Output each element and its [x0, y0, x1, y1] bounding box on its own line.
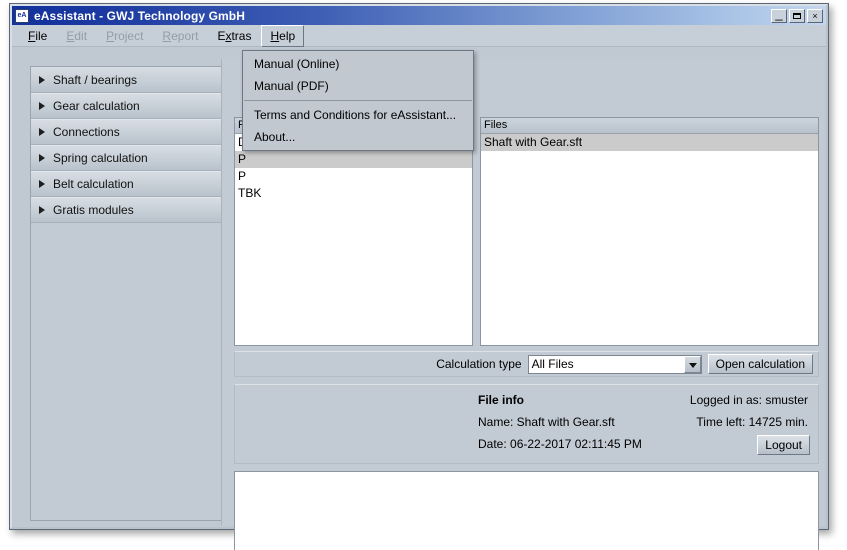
file-info-title: File info: [478, 393, 524, 407]
project-list-item[interactable]: P: [235, 151, 472, 168]
sidebar-item-label: Belt calculation: [53, 177, 134, 191]
help-menu-item-0[interactable]: Manual (Online): [243, 53, 473, 75]
sidebar-item-label: Gear calculation: [53, 99, 140, 113]
sidebar-list: Shaft / bearings Gear calculation Connecti…: [31, 67, 226, 223]
files-list: Shaft with Gear.sft: [481, 134, 818, 151]
menu-file[interactable]: File: [19, 25, 56, 47]
file-info-panel: File info Name: Shaft with Gear.sft Date…: [234, 384, 819, 464]
menu-extras[interactable]: Extras: [208, 25, 260, 47]
app-root: eA eAssistant - GWJ Technology GmbH _ × …: [0, 0, 847, 550]
file-list-item[interactable]: Shaft with Gear.sft: [481, 134, 818, 151]
calculation-type-bar: Calculation type All Files Open calculat…: [234, 351, 819, 377]
help-dropdown-menu: Manual (Online) Manual (PDF) Terms and Con…: [242, 50, 474, 151]
window-controls: _ ×: [771, 5, 823, 23]
files-panel: Files Shaft with Gear.sft: [480, 117, 819, 346]
output-panel[interactable]: [234, 471, 819, 550]
maximize-icon: [790, 10, 804, 22]
calculation-type-label: Calculation type: [436, 357, 522, 371]
sidebar-item-spring-calculation[interactable]: Spring calculation: [31, 145, 226, 171]
sidebar-item-label: Connections: [53, 125, 120, 139]
chevron-right-icon: [39, 128, 45, 136]
close-icon: ×: [812, 10, 818, 21]
calculation-type-value: All Files: [531, 357, 574, 371]
sidebar-item-gear-calculation[interactable]: Gear calculation: [31, 93, 226, 119]
time-left: Time left: 14725 min.: [696, 415, 808, 429]
file-info-date: Date: 06-22-2017 02:11:45 PM: [478, 437, 642, 451]
help-menu-item-3[interactable]: About...: [243, 126, 473, 148]
module-sidebar: Shaft / bearings Gear calculation Connecti…: [30, 66, 227, 521]
logged-in-user: Logged in as: smuster: [689, 393, 808, 407]
help-menu-item-1[interactable]: Manual (PDF): [243, 75, 473, 97]
menu-edit: Edit: [66, 28, 88, 43]
window-title: eAssistant - GWJ Technology GmbH: [34, 8, 246, 23]
menu-bar: File Edit Project Report Extras Help: [12, 24, 826, 47]
file-info-name: Name: Shaft with Gear.sft: [478, 415, 615, 429]
chevron-right-icon: [39, 154, 45, 162]
projects-panel: P DPPTBK: [234, 117, 473, 346]
menu-help[interactable]: Help: [261, 24, 305, 47]
minimize-icon: _: [775, 5, 783, 21]
sidebar-item-connections[interactable]: Connections: [31, 119, 226, 145]
open-calculation-button[interactable]: Open calculation: [707, 354, 813, 374]
application-window: eA eAssistant - GWJ Technology GmbH _ × …: [9, 3, 829, 550]
chevron-down-icon[interactable]: [683, 355, 701, 373]
project-list-item[interactable]: TBK: [235, 185, 472, 202]
sidebar-item-label: Spring calculation: [53, 151, 148, 165]
sidebar-item-label: Gratis modules: [53, 203, 134, 217]
sidebar-item-shaft-bearings[interactable]: Shaft / bearings: [31, 67, 226, 93]
chevron-right-icon: [39, 102, 45, 110]
menu-project: Project: [106, 28, 144, 43]
chevron-right-icon: [39, 206, 45, 214]
help-menu-item-2[interactable]: Terms and Conditions for eAssistant...: [243, 104, 473, 126]
sidebar-item-belt-calculation[interactable]: Belt calculation: [31, 171, 226, 197]
sidebar-item-gratis-modules[interactable]: Gratis modules: [31, 197, 226, 223]
sidebar-item-label: Shaft / bearings: [53, 72, 138, 87]
chevron-right-icon: [39, 75, 45, 84]
sidebar-empty-space: [31, 229, 226, 520]
menu-report: Report: [162, 28, 199, 43]
minimize-button[interactable]: _: [771, 5, 787, 23]
project-list-item[interactable]: P: [235, 168, 472, 185]
calculation-type-select[interactable]: All Files: [527, 354, 702, 374]
title-bar: eA eAssistant - GWJ Technology GmbH _ ×: [12, 6, 826, 25]
logout-button[interactable]: Logout: [757, 435, 810, 455]
files-panel-header: Files: [481, 118, 818, 134]
close-button[interactable]: ×: [807, 8, 823, 23]
chevron-right-icon: [39, 180, 45, 188]
app-icon: eA: [15, 8, 29, 23]
maximize-button[interactable]: [789, 8, 805, 23]
menu-separator: [244, 100, 472, 101]
